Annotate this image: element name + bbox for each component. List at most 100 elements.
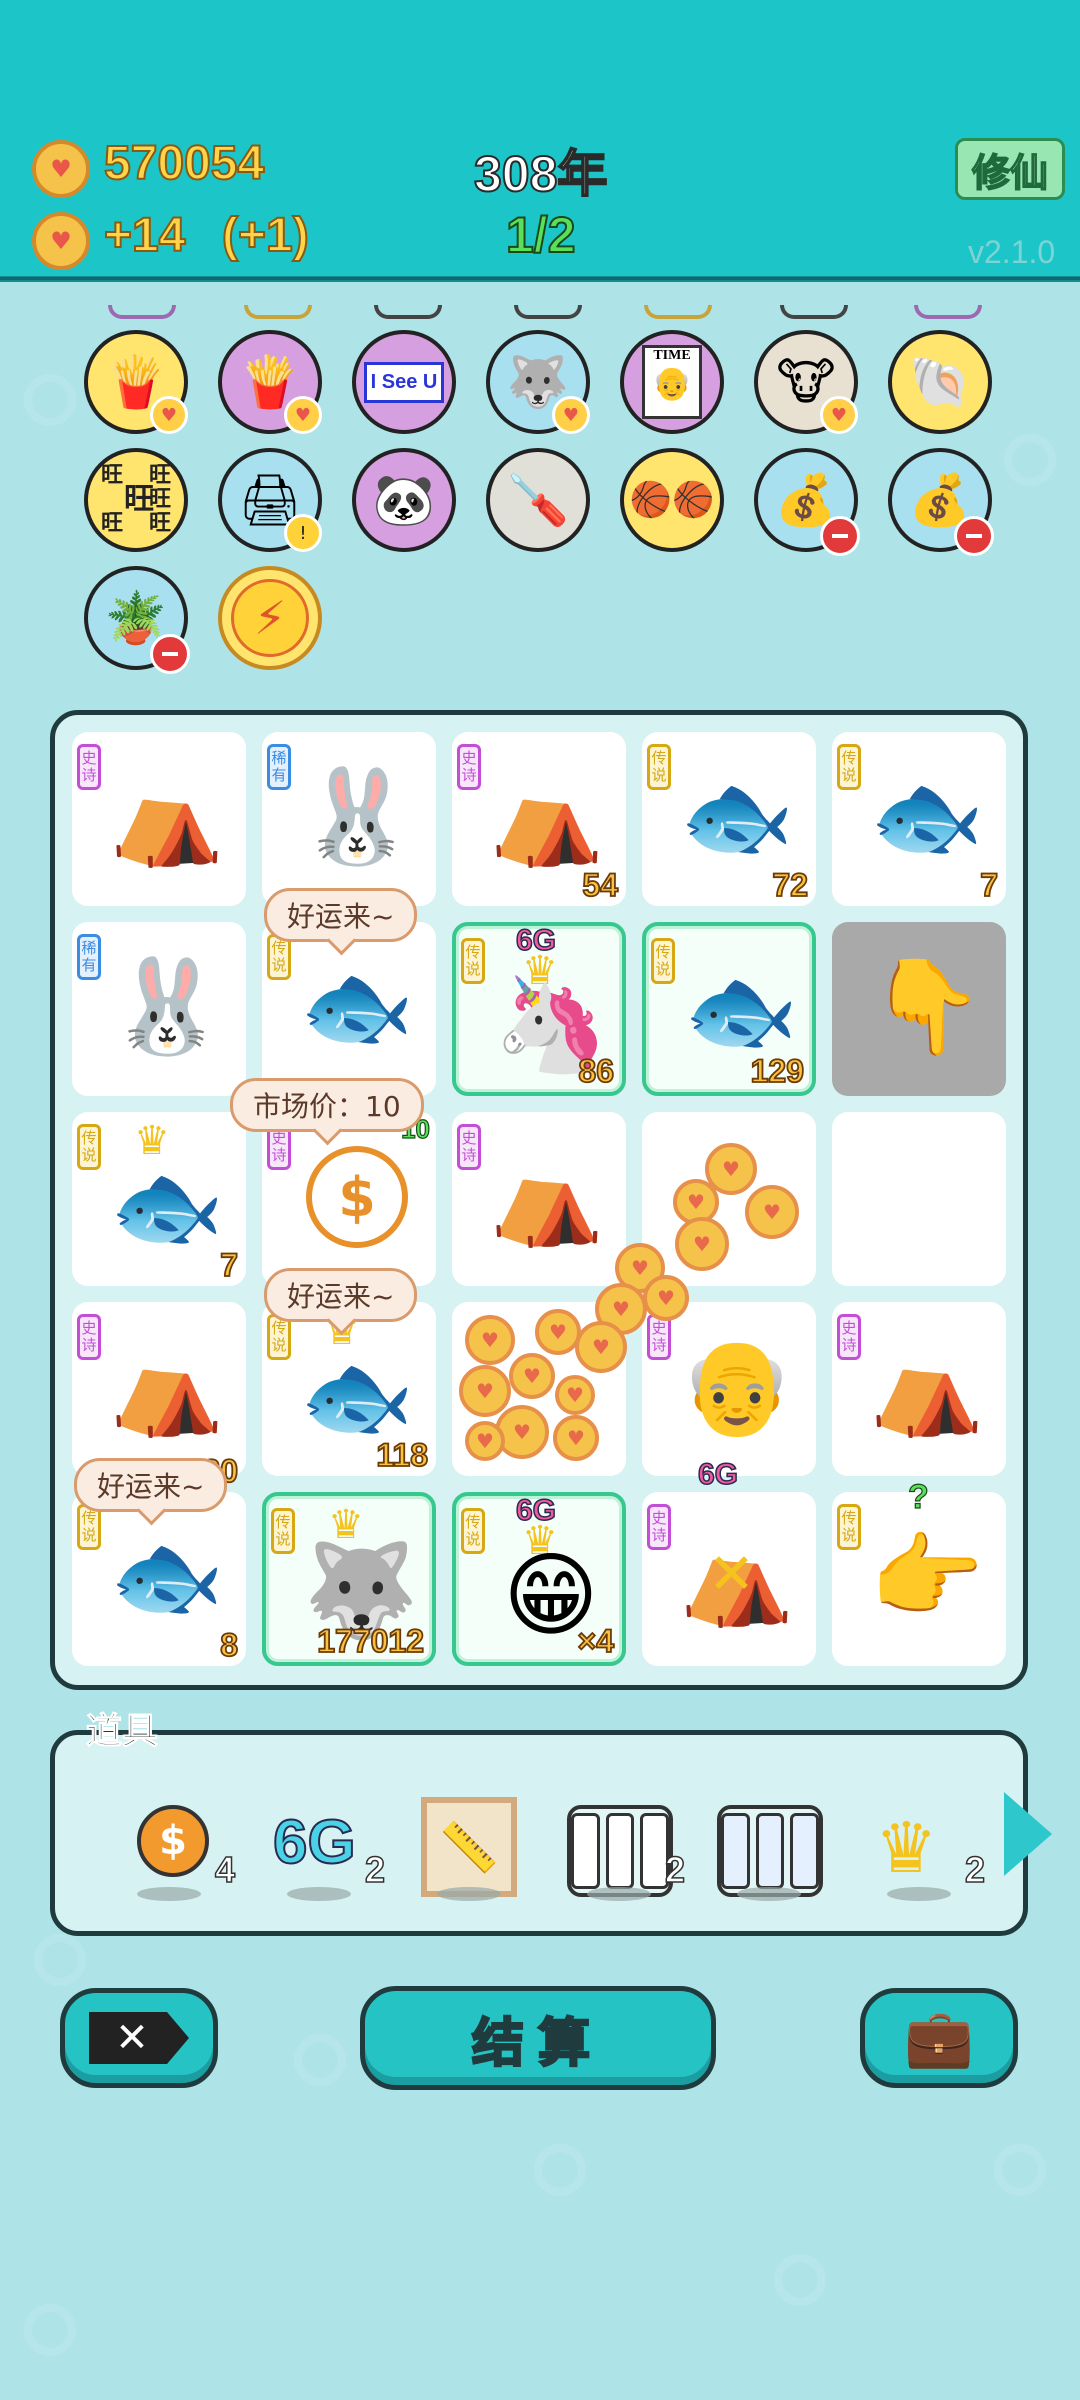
- prop-three-rare-slots[interactable]: [709, 1777, 829, 1907]
- board-cell[interactable]: 传说 🐟 8: [72, 1492, 246, 1666]
- props-title: 道具: [85, 1711, 159, 1753]
- french-fries-icon[interactable]: 🍟 ♥: [218, 330, 322, 434]
- lucky-speech-bubble: 好运来~: [264, 888, 418, 942]
- coin-badge-icon: ♥: [552, 396, 590, 434]
- remove-badge-icon[interactable]: [820, 516, 860, 556]
- cow-pair-icon[interactable]: 🐮 ♥: [754, 330, 858, 434]
- board-cell[interactable]: 稀有 🐰: [262, 732, 436, 906]
- delete-icon: ✕: [89, 2012, 189, 2064]
- board-cell[interactable]: 传说 ♛ 🐟 118: [262, 1302, 436, 1476]
- koi-fish-icon: 🐟: [109, 1523, 225, 1630]
- market-price-bubble: 市场价：10: [230, 1078, 424, 1132]
- flower-pot-icon[interactable]: 🪴: [84, 566, 190, 674]
- board-cell[interactable]: 史诗 ⛺: [72, 732, 246, 906]
- exit-button[interactable]: ✕: [60, 1988, 218, 2088]
- prop-shadow: [887, 1887, 951, 1901]
- screwdriver-icon[interactable]: 🪛: [486, 448, 590, 552]
- lightning-icon[interactable]: ⚡: [218, 566, 322, 670]
- cell-value: 118: [375, 1436, 428, 1474]
- coin-icon: ♥: [459, 1365, 511, 1417]
- coin-icon: ♥: [32, 212, 90, 270]
- top-status-bar: ♥ 570054 ♥ +14 (+1) 308年 1/2 修仙 v2.1.0: [0, 0, 1080, 282]
- coin-badge-icon: ♥: [150, 396, 188, 434]
- coin-icon: ♥: [745, 1185, 799, 1239]
- scroll-hint: [514, 305, 582, 319]
- wang-grid: 旺旺 旺旺 旺旺: [100, 463, 171, 536]
- i-see-u-icon[interactable]: I See U: [352, 330, 456, 434]
- prop-6g[interactable]: 6G 2: [259, 1777, 386, 1907]
- round-counter: 1/2: [505, 206, 577, 264]
- props-panel: $ 4 6G 2 📏 2 ♛ 2: [50, 1730, 1028, 1936]
- board-cell-highlighted[interactable]: 传说 ♛ 🐺 177012: [262, 1492, 436, 1666]
- time-magazine-icon[interactable]: TIME 👴: [620, 330, 724, 434]
- coin-cycle-symbol: $: [306, 1146, 408, 1248]
- koi-fish-icon: 🐟: [109, 1153, 225, 1260]
- scroll-hint: [108, 305, 176, 319]
- backpack-button[interactable]: 💼: [860, 1988, 1018, 2088]
- money-bag-icon[interactable]: 💰: [754, 448, 860, 556]
- board-cell[interactable]: 史诗 6G ⛺ ✕: [642, 1457, 816, 1666]
- rabbit-icon: 🐰: [109, 953, 225, 1060]
- koi-fish-icon: 🐟: [299, 953, 415, 1060]
- panda-icon[interactable]: 🐼: [352, 448, 456, 552]
- scroll-right-arrow-icon[interactable]: [1004, 1792, 1052, 1876]
- coin-icon: ♥: [465, 1315, 515, 1365]
- board-cell[interactable]: 史诗 ⛺ 54: [452, 732, 626, 906]
- cell-value: 7: [979, 866, 999, 904]
- old-man-face-icon: 👴: [679, 1333, 795, 1440]
- board-cell[interactable]: 传说 🐟 72: [642, 732, 816, 906]
- printer-icon[interactable]: 🖨!: [218, 448, 322, 552]
- french-fries-icon[interactable]: 🍟 ♥: [84, 330, 188, 434]
- settle-button[interactable]: 结算: [360, 1986, 716, 2090]
- board-cell[interactable]: 传说 🐟 7: [832, 732, 1006, 906]
- rarity-legend-tag: 传说: [651, 938, 675, 984]
- remove-badge-icon[interactable]: [150, 634, 190, 674]
- wang-characters-icon[interactable]: 旺旺 旺旺 旺旺: [84, 448, 188, 552]
- board-cell[interactable]: 稀有 🐰: [72, 922, 246, 1096]
- coin-icon: $: [137, 1805, 209, 1877]
- rabbit-house-icon: ⛺: [489, 763, 605, 870]
- board-cell[interactable]: 史诗 ⛺: [832, 1302, 1006, 1476]
- basketballs-icon[interactable]: 🏀🏀: [620, 448, 724, 552]
- shell-icon[interactable]: 🐚: [888, 330, 992, 434]
- rarity-legend-tag: 传说: [271, 1508, 295, 1554]
- board-cell[interactable]: 史诗 $ 10: [262, 1112, 436, 1286]
- rabbit-icon: 🐰: [299, 763, 415, 870]
- cell-value: 8: [219, 1626, 239, 1664]
- income-per-spin: +14: [103, 208, 186, 263]
- coin-icon: ♥: [643, 1275, 689, 1321]
- husky-dog-icon[interactable]: 🐺 ♥: [486, 330, 590, 434]
- rarity-legend-tag: 传说: [77, 1124, 101, 1170]
- remove-badge-icon[interactable]: [954, 516, 994, 556]
- rarity-legend-tag: 传说: [461, 938, 485, 984]
- board-cell-highlighted[interactable]: 传说 6G ♛ 😁 ×4: [452, 1492, 626, 1666]
- board-cell-highlighted[interactable]: 传说 6G ♛ 🦄 86: [452, 922, 626, 1096]
- rarity-legend-tag: 传说: [461, 1508, 485, 1554]
- briefcase-icon: 💼: [904, 2006, 974, 2071]
- board-cell[interactable]: 传说 🐟: [262, 922, 436, 1096]
- board-cell-disabled[interactable]: 👇: [832, 922, 1006, 1096]
- board-cell[interactable]: 史诗 ⛺: [452, 1112, 626, 1286]
- cell-value: 177012: [316, 1622, 425, 1660]
- pointing-hand-icon: 👉: [869, 1523, 985, 1630]
- board-cell-highlighted[interactable]: 传说 🐟 129: [642, 922, 816, 1096]
- board-cell[interactable]: 传说 ? 👉: [832, 1477, 1006, 1666]
- rarity-legend-tag: 传说: [837, 1504, 861, 1550]
- board-cell[interactable]: 传说 ♛ 🐟 7: [72, 1112, 246, 1286]
- prop-coin[interactable]: $ 4: [109, 1777, 236, 1907]
- money-bag-icon[interactable]: 💰: [888, 448, 994, 556]
- warning-badge-icon: !: [284, 514, 322, 552]
- coin-icon: ♥: [675, 1217, 729, 1271]
- board-cell[interactable]: 史诗 👴: [642, 1302, 816, 1476]
- cell-value: 54: [582, 866, 619, 904]
- coin-cycle-icon: $: [292, 1132, 422, 1262]
- board-cell-empty[interactable]: [832, 1112, 1006, 1286]
- board-cell[interactable]: 史诗 ⛺ 220: [72, 1302, 246, 1490]
- coin-icon: ♥: [509, 1353, 555, 1399]
- scroll-hint: [914, 305, 982, 319]
- prop-three-slots[interactable]: 2: [559, 1777, 686, 1907]
- prop-ruler-frame[interactable]: 📏: [409, 1777, 529, 1907]
- crown-icon: ♛: [875, 1807, 938, 1889]
- prop-crown[interactable]: ♛ 2: [859, 1777, 986, 1907]
- cultivation-button[interactable]: 修仙: [955, 138, 1065, 200]
